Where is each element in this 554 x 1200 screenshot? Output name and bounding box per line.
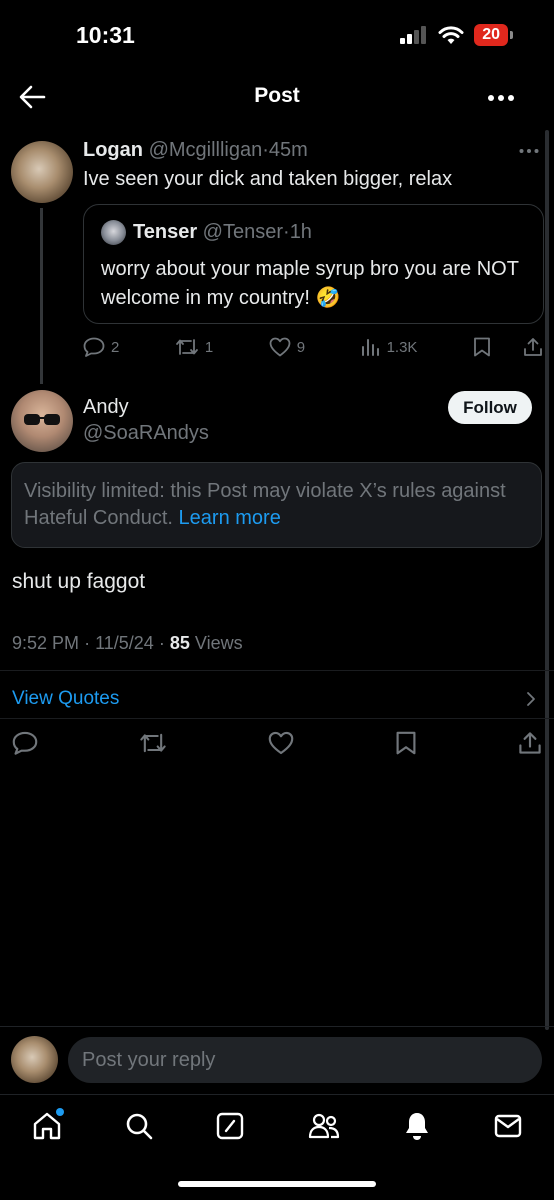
repost-icon [175,337,199,357]
follow-button[interactable]: Follow [448,391,532,424]
like-button[interactable]: 9 [269,337,305,357]
reply-input[interactable] [68,1037,542,1083]
like-count: 9 [296,338,306,356]
reply-icon [83,337,105,357]
status-time: 10:31 [76,22,135,48]
dot-separator: · [84,633,91,653]
notification-dot [55,1108,64,1116]
reply-count: 2 [111,338,120,356]
visibility-notice: Visibility limited: this Post may violat… [11,462,542,548]
quoted-avatar [101,220,126,245]
post-date: 11/5/24 [95,633,154,653]
my-avatar[interactable] [11,1036,58,1083]
signal-icon [400,26,428,44]
heart-icon[interactable] [268,731,294,755]
home-indicator [178,1181,376,1187]
repost-button[interactable]: 1 [175,337,213,357]
parent-post-text: Ive seen your dick and taken bigger, rel… [83,168,453,190]
author-handle[interactable]: @Mcgillligan [149,139,263,161]
quoted-post-text: worry about your maple syrup bro you are… [101,258,519,309]
divider [0,1094,554,1095]
communities-icon[interactable] [308,1112,340,1140]
view-quotes-link[interactable]: View Quotes [12,688,119,710]
divider [0,718,554,719]
status-icons: 20 [400,24,513,46]
home-icon[interactable] [32,1108,64,1141]
main-post-actions [12,728,542,758]
dot-separator: · [158,633,165,653]
thread-line [40,208,43,384]
divider [0,1026,554,1027]
dot-separator: · [262,139,269,161]
author-name[interactable]: Andy [83,396,129,419]
post-meta: 9:52 PM · 11/5/24 · 85 Views [12,633,243,654]
page-title: Post [254,84,300,107]
divider [0,670,554,671]
parent-post-header: Logan @Mcgillligan·45m [83,139,308,162]
action-end-group [473,337,543,357]
author-name[interactable]: Logan [83,139,143,161]
reply-icon[interactable] [12,731,38,755]
author-handle[interactable]: @SoaRAndys [83,422,209,445]
bookmark-icon[interactable] [473,337,491,357]
bookmark-icon[interactable] [395,731,417,755]
repost-count: 1 [204,338,214,356]
views-count: 1.3K [386,338,418,356]
compose-icon[interactable] [216,1112,244,1140]
more-options-icon[interactable] [519,148,539,154]
share-icon[interactable] [523,337,543,357]
post-text: shut up faggot [12,570,146,593]
avatar[interactable] [11,390,73,452]
quoted-post-header: Tenser @Tenser·1h [133,221,312,244]
chevron-right-icon[interactable] [526,691,536,707]
share-icon[interactable] [518,731,542,755]
parent-post-actions: 2 1 9 1.3K [83,333,543,361]
repost-icon[interactable] [139,731,167,755]
tab-bar [0,1104,554,1148]
quoted-author-handle: @Tenser [202,221,284,243]
scrollbar[interactable] [545,130,549,1030]
notifications-icon[interactable] [403,1111,431,1141]
wifi-icon [438,25,464,45]
views-label: Views [194,633,243,653]
analytics-icon [361,337,381,357]
learn-more-link[interactable]: Learn more [179,507,281,529]
quoted-author-name: Tenser [133,221,198,243]
quoted-post-time: 1h [289,221,312,243]
heart-icon [269,337,291,357]
views-count: 85 [169,633,190,653]
battery-icon: 20 [474,24,513,46]
post-time: 45m [268,139,308,161]
views-button[interactable]: 1.3K [361,337,418,357]
dot-separator: · [283,221,290,243]
reply-button[interactable]: 2 [83,337,119,357]
search-icon[interactable] [125,1112,153,1140]
avatar[interactable] [11,141,73,203]
more-options-icon[interactable] [488,94,514,102]
post-time: 9:52 PM [12,633,80,653]
messages-icon[interactable] [494,1114,522,1138]
sunglasses-graphic [24,414,60,425]
